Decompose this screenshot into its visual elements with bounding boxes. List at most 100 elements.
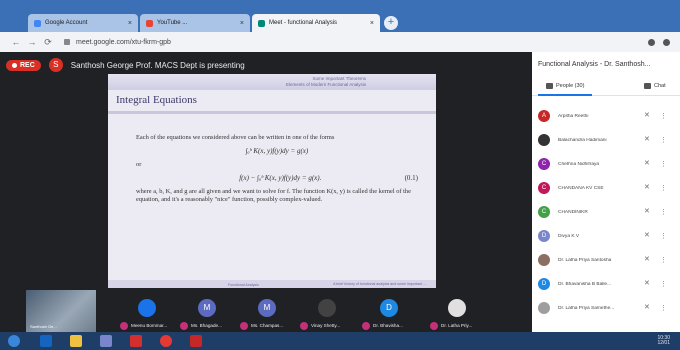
ie-icon[interactable]	[40, 335, 52, 347]
tile-name: Ms. Bhagade...	[191, 323, 222, 328]
new-tab-button[interactable]: +	[384, 16, 398, 30]
participant-name: Chethna Nidhifraya	[558, 161, 600, 167]
pdf-icon[interactable]	[190, 335, 202, 347]
youtube-favicon-icon	[146, 19, 153, 27]
more-options-icon[interactable]: ⋮	[660, 232, 667, 240]
more-options-icon[interactable]: ⋮	[660, 304, 667, 312]
browser-tab-google-account[interactable]: Google Account ×	[28, 14, 138, 32]
participant-row[interactable]: A Arpitha Reethi ✕ ⋮	[532, 104, 680, 128]
google-favicon-icon	[34, 19, 41, 27]
mic-off-icon: ✕	[644, 112, 650, 119]
avatar	[138, 299, 156, 317]
tile-name: Dr. Bhavisha...	[373, 323, 403, 328]
slide-explanation: where a, b, K, and g are all given and w…	[136, 188, 411, 203]
tray-date: 12/01	[657, 340, 670, 346]
chat-tab[interactable]: Chat	[644, 83, 666, 89]
mic-off-icon: ✕	[644, 280, 650, 287]
profile-icon[interactable]	[648, 38, 655, 46]
mic-off-icon: ✕	[644, 184, 650, 191]
chrome-icon[interactable]	[160, 335, 172, 347]
tile-name: Meenu Bommar...	[131, 323, 168, 328]
presenter-avatar: S	[48, 58, 63, 72]
participant-row[interactable]: Dr. Latha Priya Santosha ✕ ⋮	[532, 248, 680, 272]
avatar	[318, 299, 336, 317]
chat-tab-label: Chat	[654, 83, 666, 89]
system-tray[interactable]: 10:30 12/01	[657, 336, 670, 346]
slide-divider	[108, 111, 436, 114]
participant-name: Dr. Bhavanisha B Balle...	[558, 281, 612, 287]
participant-list: A Arpitha Reethi ✕ ⋮ Balachandra Hadiman…	[532, 104, 680, 320]
tile-name-row: Meenu Bommar...	[120, 321, 178, 330]
avatar: C	[538, 158, 550, 170]
shared-slide: Some Important Theorems Elements of Mode…	[108, 74, 436, 288]
start-button-icon[interactable]	[8, 335, 20, 347]
more-options-icon[interactable]: ⋮	[660, 160, 667, 168]
close-icon[interactable]: ×	[240, 20, 244, 27]
participant-row[interactable]: C Chethna Nidhifraya ✕ ⋮	[532, 152, 680, 176]
url-field[interactable]: meet.google.com/xtu-fkrm-gpb	[76, 39, 171, 46]
tile-name-row: Ms. Champas...	[240, 321, 298, 330]
participant-tile[interactable]: Vinay Shetty...	[300, 293, 356, 331]
participant-row[interactable]: C CHANDANA KV CSE ✕ ⋮	[532, 176, 680, 200]
tile-name-row: Dr. Latha Priy...	[430, 321, 488, 330]
avatar	[538, 134, 550, 146]
participant-row[interactable]: Balachandra Hadimani ✕ ⋮	[532, 128, 680, 152]
people-tab[interactable]: People (30)	[546, 83, 584, 89]
tab-title: YouTube ...	[157, 20, 188, 26]
more-options-icon[interactable]: ⋮	[660, 112, 667, 120]
people-tab-label: People (30)	[556, 83, 585, 89]
participant-name: Divya K V	[558, 233, 580, 239]
more-options-icon[interactable]: ⋮	[660, 136, 667, 144]
more-options-icon[interactable]: ⋮	[660, 184, 667, 192]
app-icon[interactable]	[130, 335, 142, 347]
participant-row[interactable]: D Dr. Bhavanisha B Balle... ✕ ⋮	[532, 272, 680, 296]
participant-row[interactable]: D Divya K V ✕ ⋮	[532, 224, 680, 248]
avatar	[538, 302, 550, 314]
lock-icon	[64, 39, 70, 45]
avatar: D	[380, 299, 398, 317]
close-icon[interactable]: ×	[370, 20, 374, 27]
tile-name-row: Ms. Bhagade...	[180, 321, 238, 330]
slide-header-line2: Elements of Modern Functional Analysis	[285, 82, 366, 87]
more-options-icon[interactable]: ⋮	[660, 256, 667, 264]
os-taskbar: 10:30 12/01	[0, 332, 680, 350]
folder-icon[interactable]	[70, 335, 82, 347]
mic-off-icon: ✕	[644, 256, 650, 263]
back-button[interactable]: ←	[10, 37, 22, 47]
participant-tile[interactable]: Meenu Bommar...	[120, 293, 176, 331]
menu-icon[interactable]	[663, 38, 670, 46]
forward-button[interactable]: →	[26, 37, 38, 47]
browser-tab-meet[interactable]: Meet - functional Analysis ×	[252, 14, 380, 32]
participant-row[interactable]: Dr. Latha Priya Samethe... ✕ ⋮	[532, 296, 680, 320]
slide-body: Each of the equations we considered abov…	[136, 134, 418, 204]
panel-tabs: People (30) Chat	[532, 80, 680, 96]
browser-tab-youtube[interactable]: YouTube ... ×	[140, 14, 250, 32]
slide-footer-left: Functional Analysis	[228, 283, 259, 287]
more-options-icon[interactable]: ⋮	[660, 208, 667, 216]
participant-name: Arpitha Reethi	[558, 113, 589, 119]
equation-2-row: f(x) − ∫ₐᵇ K(x, y)f(y)dy = g(x). (0.1)	[136, 174, 418, 183]
participant-tile[interactable]: Dr. Latha Priy...	[430, 293, 486, 331]
avatar: C	[538, 206, 550, 218]
participant-row[interactable]: C CHANDINIKR ✕ ⋮	[532, 200, 680, 224]
more-options-icon[interactable]: ⋮	[660, 280, 667, 288]
browser-tab-bar: Google Account × YouTube ... × Meet - fu…	[0, 0, 680, 32]
mic-off-icon: ✕	[644, 160, 650, 167]
self-label: Santhosh Ge...	[30, 324, 57, 329]
reload-button[interactable]: ⟳	[42, 37, 54, 48]
media-icon[interactable]	[100, 335, 112, 347]
presenting-text: Santhosh George Prof. MACS Dept is prese…	[70, 60, 245, 70]
active-tab-indicator	[538, 94, 592, 96]
avatar: A	[538, 110, 550, 122]
browser-actions	[648, 38, 670, 46]
mic-off-icon	[300, 321, 308, 330]
participant-tile[interactable]: D Dr. Bhavisha...	[362, 293, 418, 331]
close-icon[interactable]: ×	[128, 20, 132, 27]
or-text: or	[136, 161, 142, 169]
participant-tile[interactable]: M Ms. Bhagade...	[180, 293, 236, 331]
slide-title: Integral Equations	[116, 94, 197, 106]
self-video-tile[interactable]: Santhosh Ge...	[26, 290, 96, 332]
participant-name: Dr. Latha Priya Samethe...	[558, 305, 615, 311]
participant-tile[interactable]: M Ms. Champas...	[240, 293, 296, 331]
participant-name: Dr. Latha Priya Santosha	[558, 257, 612, 263]
